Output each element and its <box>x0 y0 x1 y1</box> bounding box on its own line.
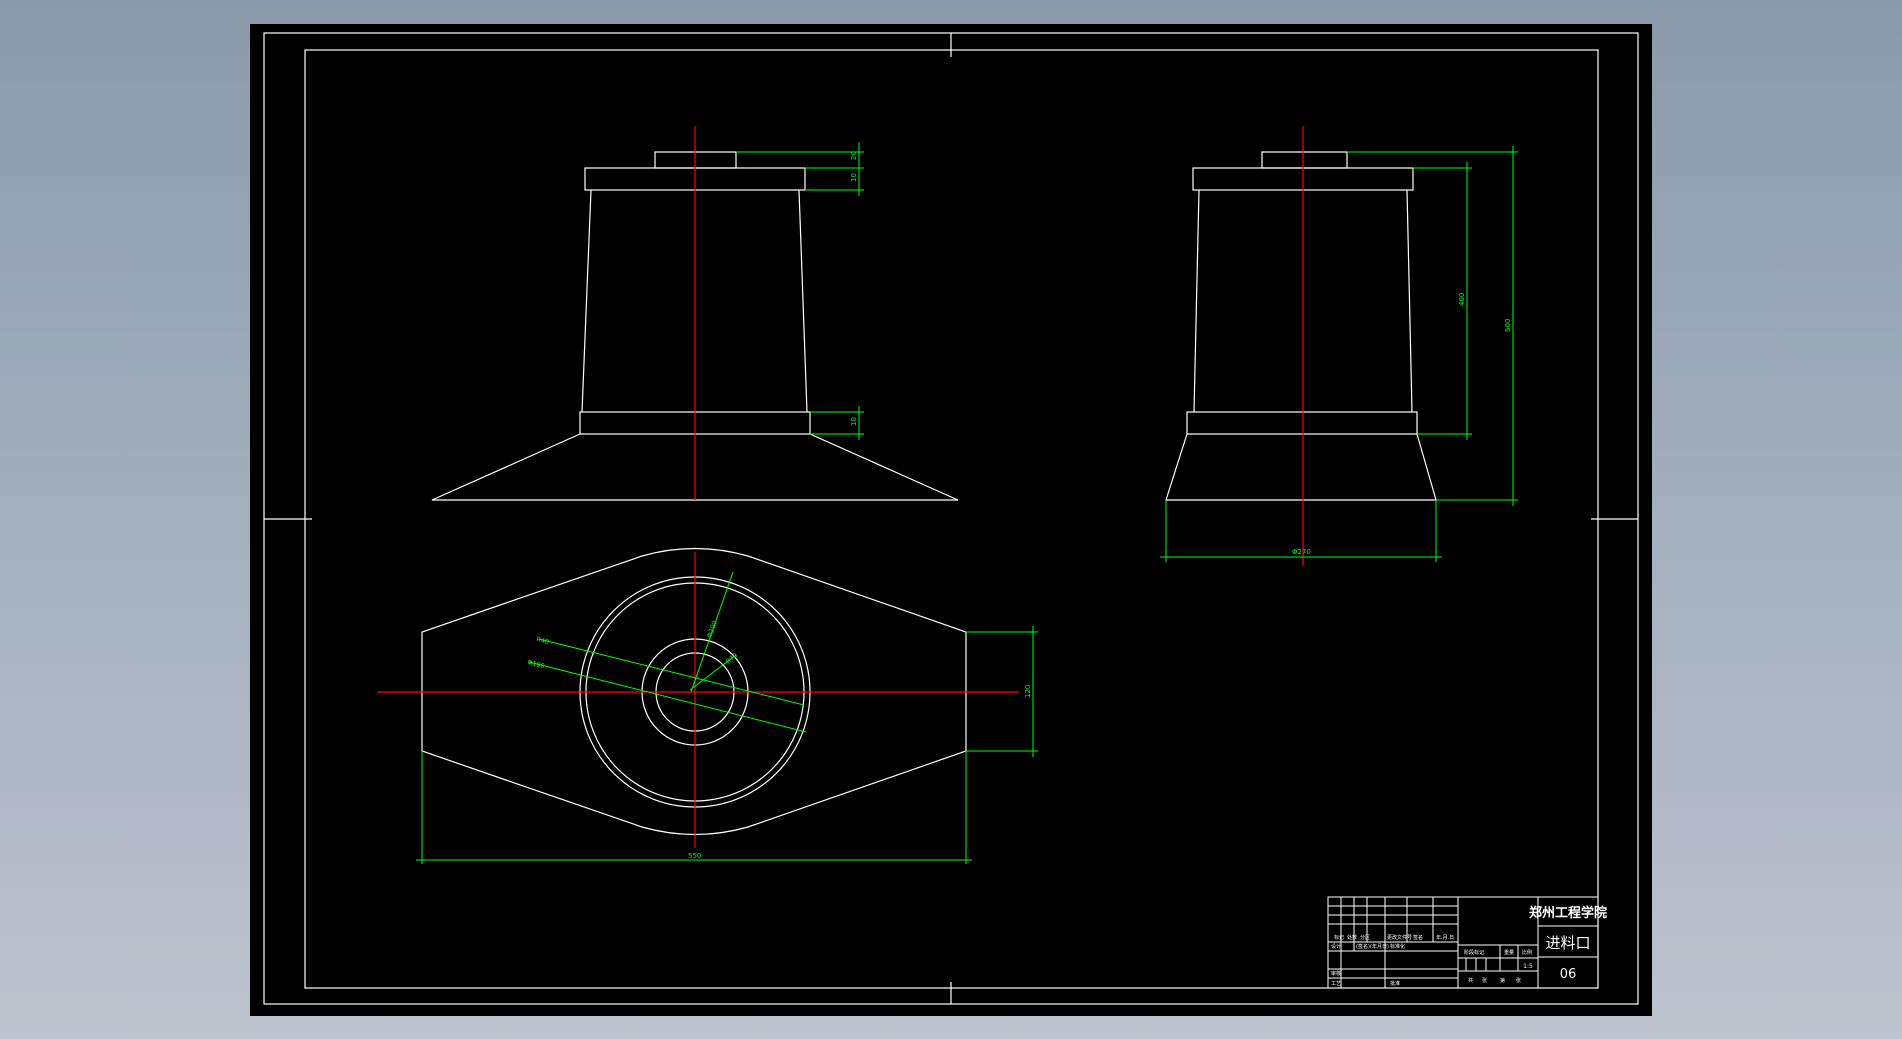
svg-text:分区: 分区 <box>1360 934 1370 941</box>
dim-side-total-height: 500 <box>1504 319 1512 332</box>
svg-text:(签名): (签名) <box>1356 943 1370 950</box>
dim-front-bottom-flange: 10 <box>850 417 858 426</box>
engineering-drawing: 20 10 10 400 500 Φ270 R40 Φ100 R70 Φ200 … <box>263 32 1639 1005</box>
svg-text:阶段标记: 阶段标记 <box>1464 949 1484 956</box>
svg-text:更改文件号: 更改文件号 <box>1387 934 1412 941</box>
title-block-scale: 1:5 <box>1523 963 1533 970</box>
svg-text:批准: 批准 <box>1390 980 1400 987</box>
dim-plan-r2: Φ100 <box>527 658 546 670</box>
plan-view-dimensions <box>416 571 1038 864</box>
outer-frame <box>263 32 1639 1005</box>
svg-text:标记: 标记 <box>1334 934 1344 941</box>
dim-plan-r4: Φ200 <box>705 619 719 638</box>
dim-plan-right-height: 120 <box>1024 685 1032 698</box>
svg-text:重量: 重量 <box>1504 949 1514 956</box>
svg-text:张: 张 <box>1516 977 1521 984</box>
front-view-dimensions <box>736 142 864 440</box>
svg-text:标准化: 标准化 <box>1390 943 1405 950</box>
svg-text:年.月.日: 年.月.日 <box>1436 934 1454 941</box>
centering-marks <box>264 33 1638 1004</box>
svg-text:第: 第 <box>1500 977 1505 984</box>
dim-side-bottom-width: Φ270 <box>1292 548 1311 556</box>
svg-text:共: 共 <box>1468 977 1473 984</box>
dim-plan-r1: R40 <box>536 635 550 646</box>
title-block-drawing-number: 06 <box>1560 967 1577 982</box>
side-view <box>1165 151 1437 501</box>
dim-front-top-2: 10 <box>850 173 858 182</box>
svg-text:(年月日): (年月日) <box>1370 943 1389 950</box>
svg-text:比例: 比例 <box>1522 949 1532 956</box>
svg-text:张: 张 <box>1482 977 1487 984</box>
svg-text:设计: 设计 <box>1331 943 1341 950</box>
dim-side-inner-height: 400 <box>1458 293 1466 306</box>
dim-plan-bottom-width: 550 <box>688 852 701 860</box>
cad-viewport[interactable]: 20 10 10 400 500 Φ270 R40 Φ100 R70 Φ200 … <box>250 24 1652 1016</box>
svg-text:签名: 签名 <box>1413 934 1423 941</box>
title-block-part-name: 进料口 <box>1545 934 1590 952</box>
dim-front-top-1: 20 <box>850 151 858 160</box>
svg-text:工艺: 工艺 <box>1331 981 1341 987</box>
plan-view-centerlines <box>377 552 1019 848</box>
svg-text:审核: 审核 <box>1331 970 1341 977</box>
title-block-school: 郑州工程学院 <box>1529 905 1607 921</box>
svg-text:处数: 处数 <box>1347 934 1357 941</box>
dim-plan-r3: R70 <box>724 651 739 665</box>
